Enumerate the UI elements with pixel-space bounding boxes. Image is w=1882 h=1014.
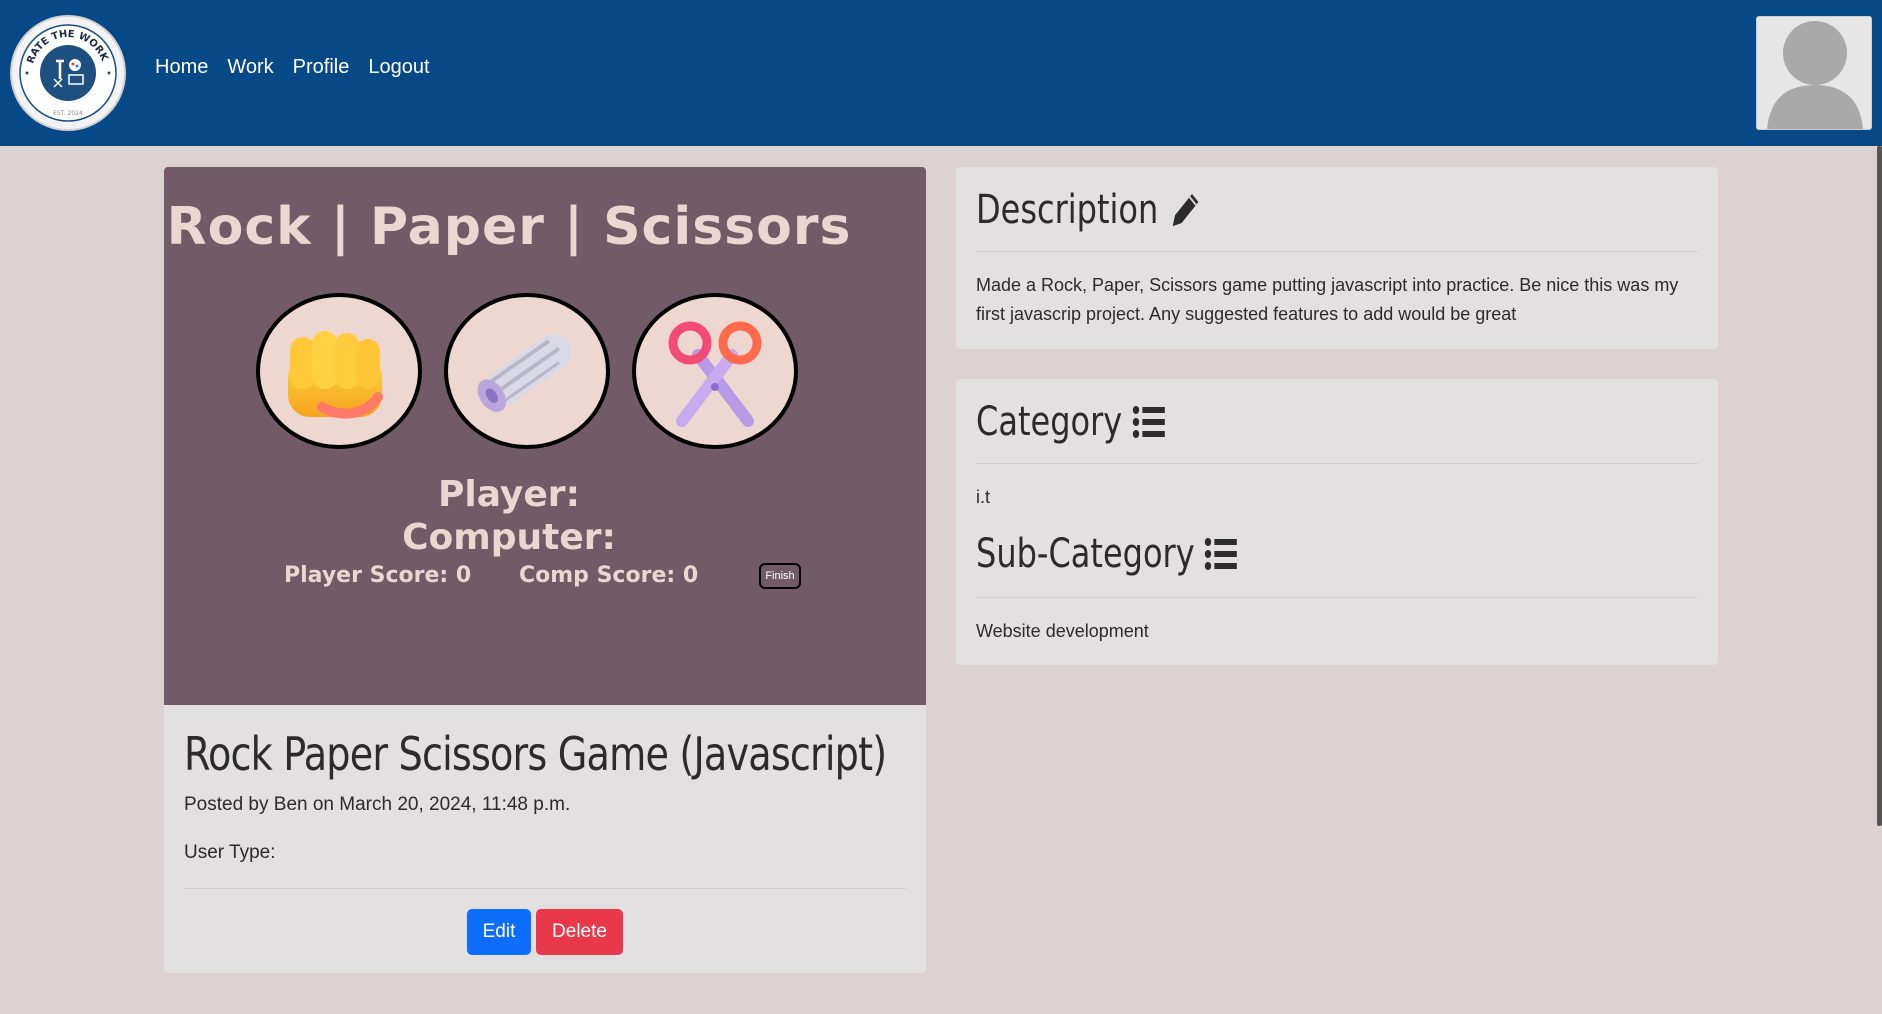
avatar[interactable]	[1756, 16, 1872, 130]
post-card: Rock | Paper | Scissors Player: Computer…	[164, 167, 926, 973]
description-heading: Description	[976, 187, 1203, 233]
delete-button[interactable]: Delete	[536, 909, 623, 955]
divider	[976, 463, 1698, 464]
description-heading-text: Description	[976, 187, 1159, 233]
computer-choice-label: Computer:	[402, 517, 616, 558]
finish-button[interactable]: Finish	[759, 563, 801, 589]
list-icon	[1132, 406, 1165, 438]
sub-category-value: Website development	[976, 621, 1149, 641]
category-heading-text: Category	[976, 399, 1123, 445]
game-title: Rock | Paper | Scissors	[166, 197, 852, 257]
nav-home-link[interactable]: Home	[155, 56, 208, 79]
sub-category-heading-text: Sub-Category	[976, 531, 1195, 577]
category-heading: Category	[976, 399, 1167, 445]
sub-category-heading: Sub-Category	[976, 531, 1239, 577]
list-icon	[1205, 538, 1238, 570]
computer-score: Comp Score: 0	[519, 563, 699, 588]
main-nav: Home Work Profile Logout	[155, 56, 430, 79]
site-logo[interactable]: RATE THE WORK EST. 2024	[10, 15, 126, 131]
page-scrollbar[interactable]	[1877, 146, 1882, 826]
scissors-icon	[668, 321, 762, 427]
post-title: Rock Paper Scissors Game (Javascript)	[184, 727, 887, 781]
post-meta: Posted by Ben on March 20, 2024, 11:48 p…	[184, 794, 571, 815]
rock-choice-button[interactable]	[256, 293, 422, 449]
category-value: i.t	[976, 487, 991, 507]
game-preview: Rock | Paper | Scissors Player: Computer…	[164, 167, 926, 705]
paper-choice-button[interactable]	[444, 293, 610, 449]
category-card: Category i.t Sub-Category Website develo…	[956, 379, 1718, 665]
nav-profile-link[interactable]: Profile	[293, 56, 350, 79]
description-text: Made a Rock, Paper, Scissors game puttin…	[976, 275, 1679, 324]
user-type-label: User Type:	[184, 842, 276, 863]
player-choice-label: Player:	[438, 474, 580, 515]
logo-emblem-icon: RATE THE WORK EST. 2024	[19, 24, 117, 122]
divider	[184, 888, 906, 889]
description-card: Description Made a Rock, Paper, Scissors…	[956, 167, 1718, 349]
divider	[976, 597, 1698, 598]
player-score: Player Score: 0	[284, 563, 472, 588]
navbar: RATE THE WORK EST. 2024 Home Work Profil…	[0, 0, 1882, 146]
paper-roll-icon	[477, 334, 573, 412]
divider	[976, 251, 1698, 252]
pencil-icon	[1172, 194, 1199, 226]
scissors-choice-button[interactable]	[632, 293, 798, 449]
nav-work-link[interactable]: Work	[227, 56, 273, 79]
fist-icon	[288, 331, 383, 419]
logo-est-text: EST. 2024	[53, 110, 83, 117]
user-avatar-icon	[1767, 21, 1863, 129]
nav-logout-link[interactable]: Logout	[368, 56, 429, 79]
edit-button[interactable]: Edit	[467, 909, 531, 955]
